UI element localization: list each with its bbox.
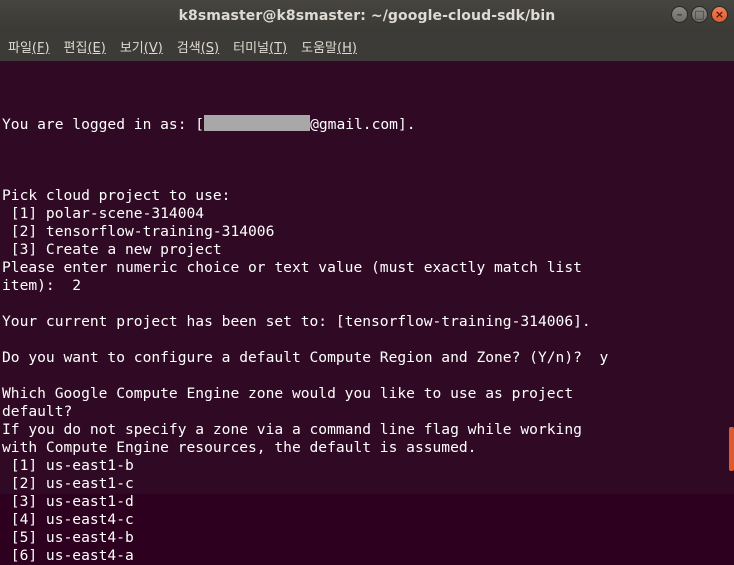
scrollbar[interactable]	[726, 61, 734, 494]
login-line: You are logged in as: [ @gmail.com].	[0, 115, 726, 133]
maximize-button[interactable]: □	[691, 6, 708, 23]
terminal-line: [3] Create a new project	[2, 241, 222, 258]
terminal-line: with Compute Engine resources, the defau…	[2, 439, 477, 456]
login-prefix: You are logged in as: [	[2, 116, 205, 133]
terminal-line: [3] us-east1-d	[2, 493, 134, 510]
terminal-window: k8smaster@k8smaster: ~/google-cloud-sdk/…	[0, 0, 734, 564]
menu-file[interactable]: 파일(F)	[2, 37, 56, 56]
menu-label: 터미널	[233, 40, 270, 56]
terminal-line: [2] tensorflow-training-314006	[2, 223, 275, 240]
menu-view[interactable]: 보기(V)	[114, 37, 169, 56]
terminal-line: default?	[2, 403, 73, 420]
terminal-line: item): 2	[2, 277, 82, 294]
terminal-line: [1] polar-scene-314004	[2, 205, 205, 222]
terminal-output[interactable]: You are logged in as: [ @gmail.com]. Pick…	[0, 61, 726, 564]
menu-mnemonic: (T)	[269, 40, 288, 56]
close-button[interactable]: ×	[711, 6, 728, 23]
menu-label: 검색	[176, 40, 201, 56]
menu-search[interactable]: 검색(S)	[171, 37, 225, 56]
login-suffix: @gmail.com].	[310, 116, 416, 133]
menu-mnemonic: (V)	[143, 40, 163, 56]
terminal-line: [5] us-east4-b	[2, 529, 134, 546]
terminal-line: [1] us-east1-b	[2, 457, 134, 474]
minimize-button[interactable]: –	[671, 6, 688, 23]
menu-label: 보기	[119, 40, 144, 56]
menu-terminal[interactable]: 터미널(T)	[227, 37, 293, 56]
redacted-email	[204, 115, 311, 131]
terminal-line: Your current project has been set to: [t…	[2, 313, 591, 330]
scrollbar-thumb[interactable]	[729, 427, 734, 471]
menu-label: 도움말	[301, 40, 337, 56]
terminal-line: If you do not specify a zone via a comma…	[2, 421, 582, 438]
menu-mnemonic: (H)	[337, 40, 357, 56]
menu-mnemonic: (F)	[31, 40, 50, 56]
terminal-line: [4] us-east4-c	[2, 511, 134, 528]
terminal-line: [2] us-east1-c	[2, 475, 134, 492]
terminal-line: [6] us-east4-a	[2, 547, 134, 564]
menu-bar: 파일(F) 편집(E) 보기(V) 검색(S) 터미널(T) 도움말(H)	[0, 31, 734, 61]
window-title: k8smaster@k8smaster: ~/google-cloud-sdk/…	[178, 7, 556, 24]
window-controls: – □ ×	[671, 6, 728, 23]
terminal-line: Which Google Compute Engine zone would y…	[2, 385, 574, 402]
menu-mnemonic: (S)	[200, 40, 220, 56]
terminal-line: Please enter numeric choice or text valu…	[2, 259, 582, 276]
title-bar[interactable]: k8smaster@k8smaster: ~/google-cloud-sdk/…	[0, 0, 734, 31]
menu-mnemonic: (E)	[87, 40, 106, 56]
menu-help[interactable]: 도움말(H)	[295, 37, 363, 56]
terminal-line: Pick cloud project to use:	[2, 187, 231, 204]
menu-edit[interactable]: 편집(E)	[58, 37, 112, 56]
terminal-line: Do you want to configure a default Compu…	[2, 349, 609, 366]
menu-label: 편집	[63, 40, 88, 56]
menu-label: 파일	[8, 40, 32, 56]
